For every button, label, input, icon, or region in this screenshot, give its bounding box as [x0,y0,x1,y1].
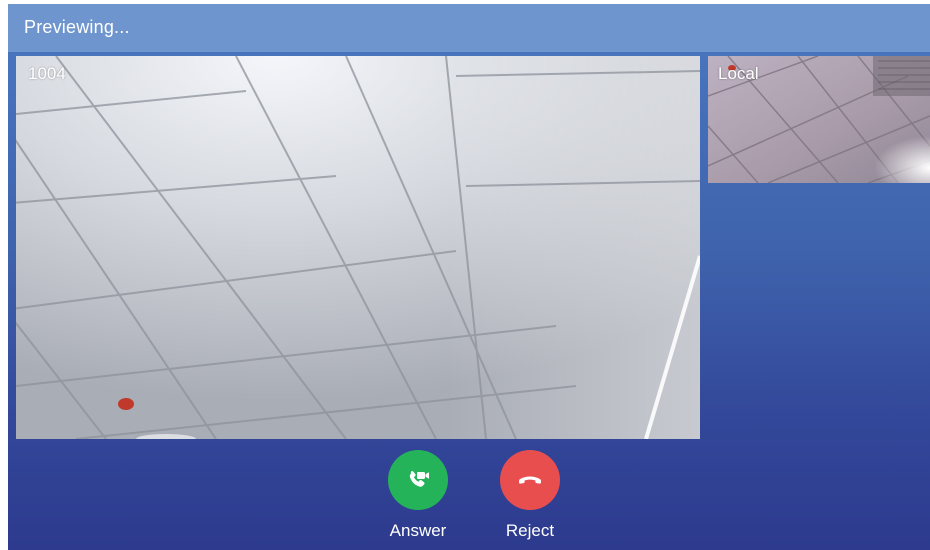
hang-up-icon [519,476,541,484]
local-video-preview: Local [708,56,930,183]
reject-button[interactable] [500,450,560,510]
local-video-label: Local [718,64,759,83]
incoming-video-call-screen: Previewing... 1004 Local Answer Reject [8,4,930,550]
status-text: Previewing... [24,17,130,37]
remote-video-preview: 1004 [16,56,700,439]
status-bar: Previewing... [8,4,930,52]
answer-button[interactable] [388,450,448,510]
answer-label: Answer [389,521,447,540]
remote-caller-label: 1004 [28,64,66,83]
remote-video-frame [16,56,700,439]
video-call-answer-icon [409,471,429,487]
reject-label: Reject [505,521,555,540]
